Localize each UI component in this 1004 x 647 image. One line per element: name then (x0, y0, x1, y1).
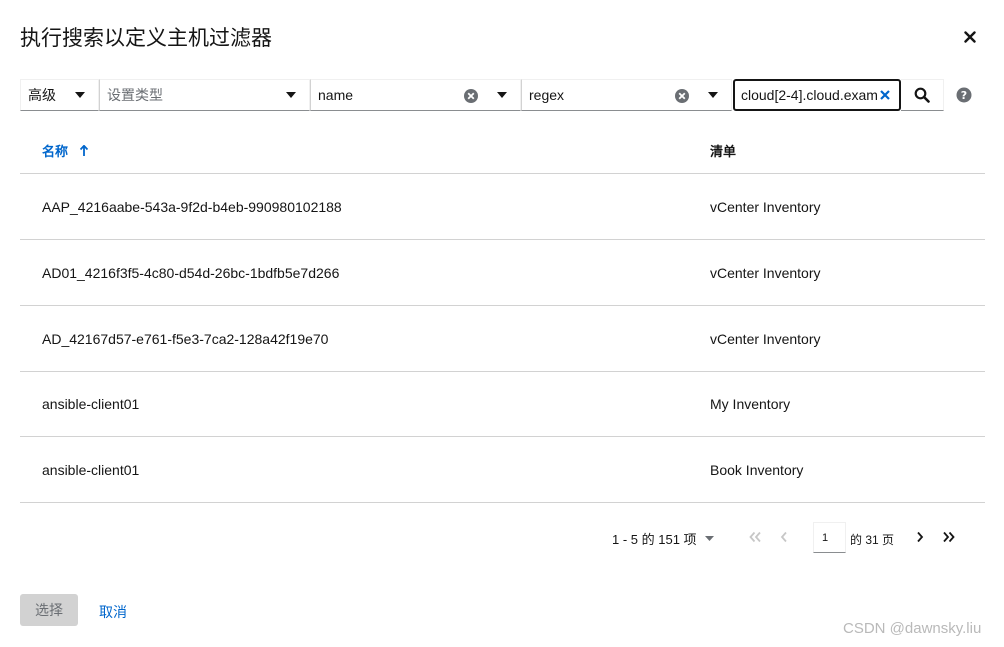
table-row[interactable]: AD_42167d57-e761-f5e3-7ca2-128a42f19e70 … (20, 306, 985, 372)
search-button[interactable] (901, 79, 944, 111)
last-page-button[interactable] (941, 529, 957, 545)
column-header-inventory: 清单 (710, 144, 737, 159)
host-name-cell: ansible-client01 (42, 396, 140, 412)
caret-down-icon (704, 535, 714, 541)
cancel-button[interactable]: 取消 (99, 602, 127, 622)
modal-title: 执行搜索以定义主机过滤器 (20, 27, 272, 50)
per-page-toggle[interactable]: 1 - 5 的 151 项 (612, 529, 714, 548)
inventory-cell: vCenter Inventory (710, 199, 821, 215)
key-value: name (318, 87, 354, 103)
total-pages-label: 的 31 页 (850, 533, 895, 547)
caret-down-icon (286, 92, 296, 98)
double-chevron-right-icon (943, 531, 955, 543)
host-name-cell: AD_42167d57-e761-f5e3-7ca2-128a42f19e70 (42, 331, 329, 347)
type-select[interactable]: 设置类型 (99, 79, 310, 111)
inventory-cell: Book Inventory (710, 462, 804, 478)
host-name-cell: ansible-client01 (42, 462, 140, 478)
close-button[interactable] (960, 27, 980, 47)
search-value-text: cloud[2-4].cloud.exam (741, 87, 878, 103)
search-toolbar: 高级 设置类型 name regex cloud[2-4].cloud.exam (20, 79, 944, 111)
inventory-cell: My Inventory (710, 396, 791, 412)
chevron-right-icon (917, 531, 924, 543)
table-header: 名称 清单 (20, 128, 985, 174)
caret-down-icon (497, 92, 507, 98)
pagination-count: 1 - 5 的 151 项 (612, 532, 697, 547)
caret-down-icon (708, 92, 718, 98)
clear-icon[interactable] (879, 89, 891, 101)
table-row[interactable]: ansible-client01 My Inventory (20, 371, 985, 437)
select-button[interactable]: 选择 (20, 594, 78, 626)
svg-text:?: ? (961, 89, 967, 102)
type-placeholder: 设置类型 (107, 87, 163, 103)
host-name-cell: AAP_4216aabe-543a-9f2d-b4eb-990980102188 (42, 199, 342, 215)
table-row[interactable]: AD01_4216f3f5-4c80-d54d-26bc-1bdfb5e7d26… (20, 240, 985, 306)
watermark: CSDN @dawnsky.liu (843, 620, 982, 637)
double-chevron-left-icon (749, 531, 761, 543)
next-page-button[interactable] (912, 529, 928, 545)
search-icon (914, 87, 930, 103)
previous-page-button[interactable] (776, 529, 792, 545)
operator-select[interactable]: regex (521, 79, 732, 111)
first-page-button[interactable] (747, 529, 763, 545)
column-header-name-label: 名称 (42, 144, 69, 159)
operator-value: regex (529, 87, 565, 103)
host-name-cell: AD01_4216f3f5-4c80-d54d-26bc-1bdfb5e7d26… (42, 265, 340, 281)
chevron-left-icon (780, 531, 787, 543)
inventory-cell: vCenter Inventory (710, 265, 821, 281)
column-header-name[interactable]: 名称 (42, 141, 89, 160)
table-row[interactable]: ansible-client01 Book Inventory (20, 437, 985, 503)
search-value-input[interactable]: cloud[2-4].cloud.exam (733, 79, 901, 111)
table-row[interactable]: AAP_4216aabe-543a-9f2d-b4eb-990980102188… (20, 174, 985, 240)
help-icon[interactable]: ? (956, 87, 972, 103)
search-mode-select[interactable]: 高级 (20, 79, 99, 111)
clear-circle-icon[interactable] (674, 88, 690, 104)
clear-circle-icon[interactable] (463, 88, 479, 104)
page-number-input[interactable]: 1 (813, 522, 846, 553)
sort-ascending-icon[interactable] (80, 144, 89, 157)
close-icon (964, 31, 976, 43)
inventory-cell: vCenter Inventory (710, 331, 821, 347)
caret-down-icon (75, 92, 85, 98)
key-select[interactable]: name (310, 79, 521, 111)
search-mode-value: 高级 (28, 87, 56, 103)
